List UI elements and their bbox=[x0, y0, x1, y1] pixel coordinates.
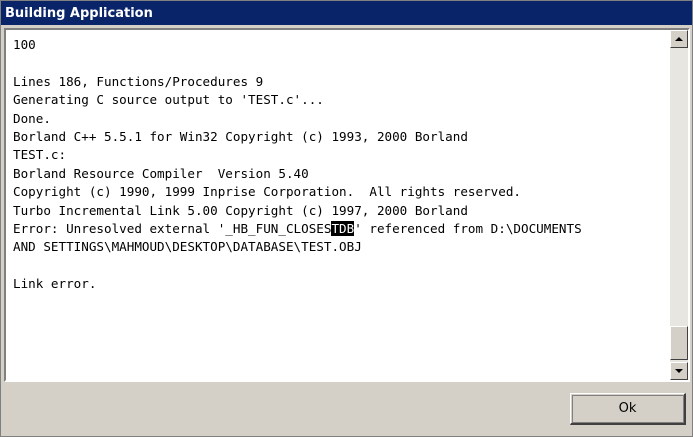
log-line: Turbo Incremental Link 5.00 Copyright (c… bbox=[13, 202, 468, 218]
error-text-suffix: ' referenced from D:\DOCUMENTS bbox=[354, 220, 582, 236]
log-line: Borland C++ 5.5.1 for Win32 Copyright (c… bbox=[13, 128, 468, 144]
build-dialog: Building Application 100 Lines 186, Func… bbox=[0, 0, 693, 437]
build-log[interactable]: 100 Lines 186, Functions/Procedures 9 Ge… bbox=[6, 30, 670, 380]
log-line: Copyright (c) 1990, 1999 Inprise Corpora… bbox=[13, 184, 521, 200]
log-line: Generating C source output to 'TEST.c'..… bbox=[13, 92, 324, 108]
build-log-frame: 100 Lines 186, Functions/Procedures 9 Ge… bbox=[4, 28, 690, 382]
log-line: Done. bbox=[13, 110, 51, 126]
log-line: TEST.c: bbox=[13, 147, 67, 163]
log-line: AND SETTINGS\MAHMOUD\DESKTOP\DATABASE\TE… bbox=[13, 239, 362, 255]
log-line: Borland Resource Compiler Version 5.40 bbox=[13, 165, 309, 181]
scroll-down-button[interactable] bbox=[670, 362, 688, 380]
arrow-up-icon bbox=[675, 37, 683, 41]
log-line: Lines 186, Functions/Procedures 9 bbox=[13, 73, 264, 89]
text-selection: TDB bbox=[331, 220, 355, 236]
log-error-line: Error: Unresolved external '_HB_FUN_CLOS… bbox=[13, 220, 670, 238]
log-line: Link error. bbox=[13, 276, 97, 292]
window-title: Building Application bbox=[5, 5, 153, 21]
log-line: 100 bbox=[13, 37, 36, 52]
ok-button[interactable]: Ok bbox=[570, 393, 686, 425]
scrollbar-thumb[interactable] bbox=[670, 326, 688, 360]
scroll-up-button[interactable] bbox=[670, 30, 688, 48]
vertical-scrollbar[interactable] bbox=[670, 30, 688, 380]
arrow-down-icon bbox=[675, 369, 683, 373]
error-text-prefix: Error: Unresolved external '_HB_FUN_CLOS… bbox=[13, 220, 332, 236]
title-bar[interactable]: Building Application bbox=[1, 1, 692, 25]
